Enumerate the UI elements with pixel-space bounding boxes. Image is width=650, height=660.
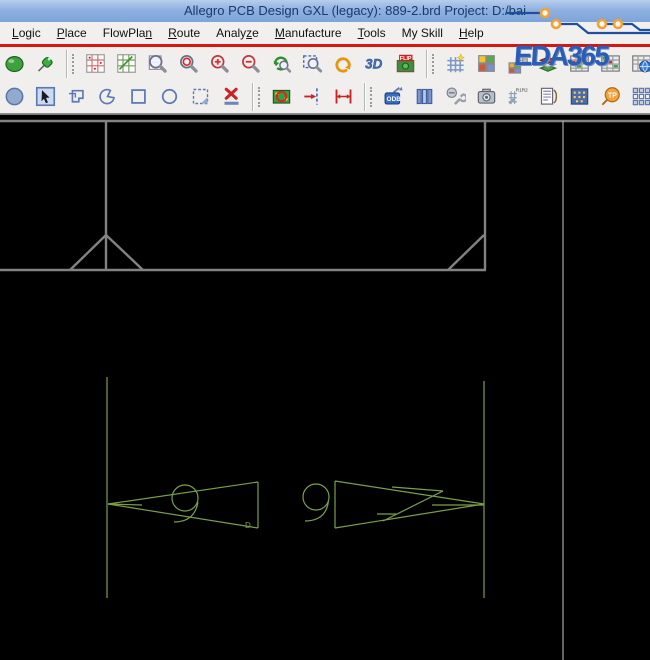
snap-to-line-icon[interactable] — [300, 84, 324, 110]
svg-text:R1R2 U1 U2: R1R2 U1 U2 — [515, 87, 527, 92]
menu-tools[interactable]: Tools — [350, 23, 394, 43]
toolbar-drag-handle — [72, 53, 77, 74]
rename-refdes-icon[interactable]: R1R2 U1 U2 — [505, 84, 529, 110]
highlight-board-icon[interactable] — [269, 84, 293, 110]
zoom-fit-icon[interactable] — [176, 51, 200, 77]
undo-icon[interactable] — [331, 51, 355, 77]
shape-select-icon[interactable] — [188, 84, 212, 110]
toolbar-drag-handle — [370, 86, 375, 107]
zoom-out-icon[interactable] — [238, 51, 262, 77]
toolbar-row-2: ODB R1R2 U1 U2 TP — [0, 80, 650, 114]
odb-export-icon[interactable]: ODB — [381, 84, 405, 110]
report-list-icon[interactable] — [536, 84, 560, 110]
window-title: Allegro PCB Design GXL (legacy): 889-2.b… — [184, 3, 527, 18]
snapshot-icon[interactable] — [474, 84, 498, 110]
shape-polygon-icon[interactable] — [64, 84, 88, 110]
status-spreadsheet-icon[interactable] — [567, 51, 591, 77]
fix-component-icon[interactable] — [443, 84, 467, 110]
shape-circle-filled-icon[interactable] — [2, 84, 26, 110]
grid-etch-icon[interactable] — [114, 51, 138, 77]
cross-section-spreadsheet-icon[interactable] — [629, 51, 650, 77]
silkscreen-label: D — [245, 521, 251, 530]
view-3d-icon[interactable]: 3D — [362, 51, 386, 77]
dfa-spacing-icon[interactable] — [629, 84, 650, 110]
menu-analyze[interactable]: Analyze — [208, 23, 267, 43]
title-bar[interactable]: Allegro PCB Design GXL (legacy): 889-2.b… — [0, 0, 650, 23]
menu-my-skill[interactable]: My Skill — [394, 23, 451, 43]
pcb-drawing: D — [0, 119, 650, 660]
color-dialog-icon[interactable] — [474, 51, 498, 77]
menu-manufacture[interactable]: Manufacture — [267, 23, 350, 43]
select-arrow-icon[interactable] — [33, 84, 57, 110]
toolbar-drag-handle — [432, 53, 437, 74]
shape-rectangle-icon[interactable] — [126, 84, 150, 110]
menu-help[interactable]: Help — [451, 23, 492, 43]
flip-design-icon[interactable]: FLIP — [393, 51, 417, 77]
toolbar-drag-handle — [258, 86, 263, 107]
svg-text:TP: TP — [607, 93, 616, 100]
menu-logic[interactable]: Logic — [4, 23, 49, 43]
grid-toggle-icon[interactable] — [443, 51, 467, 77]
pin-window-icon[interactable] — [33, 51, 57, 77]
menu-place[interactable]: Place — [49, 23, 95, 43]
toolbar-separator — [66, 49, 68, 78]
svg-text:ODB: ODB — [386, 96, 401, 103]
constraint-spreadsheet-icon[interactable] — [598, 51, 622, 77]
measure-distance-icon[interactable] — [331, 84, 355, 110]
view-world-icon[interactable] — [2, 51, 26, 77]
pcb-design-canvas[interactable]: D — [0, 114, 650, 660]
menu-flowplan[interactable]: FlowPlan — [95, 23, 160, 43]
svg-text:FLIP: FLIP — [399, 56, 411, 62]
zoom-by-points-icon[interactable] — [145, 51, 169, 77]
zoom-selection-icon[interactable] — [300, 51, 324, 77]
svg-text:3D: 3D — [365, 57, 382, 72]
toolbar-separator — [364, 82, 366, 111]
layer-stackup-icon[interactable] — [536, 51, 560, 77]
zoom-in-icon[interactable] — [207, 51, 231, 77]
pin-matrix-icon[interactable] — [567, 84, 591, 110]
padstack-columns-icon[interactable] — [412, 84, 436, 110]
color-priority-icon[interactable] — [505, 51, 529, 77]
grid-points-icon[interactable] — [83, 51, 107, 77]
toolbar-separator — [426, 49, 428, 78]
shape-circle-icon[interactable] — [157, 84, 181, 110]
toolbar-row-1: 3D FLIP — [0, 47, 650, 80]
shape-delete-icon[interactable] — [219, 84, 243, 110]
testpoint-icon[interactable]: TP — [598, 84, 622, 110]
zoom-previous-icon[interactable] — [269, 51, 293, 77]
shape-arc-icon[interactable] — [95, 84, 119, 110]
toolbar-separator — [252, 82, 254, 111]
menu-route[interactable]: Route — [160, 23, 208, 43]
menu-bar: Logic Place FlowPlan Route Analyze Manufactur… — [0, 22, 650, 44]
